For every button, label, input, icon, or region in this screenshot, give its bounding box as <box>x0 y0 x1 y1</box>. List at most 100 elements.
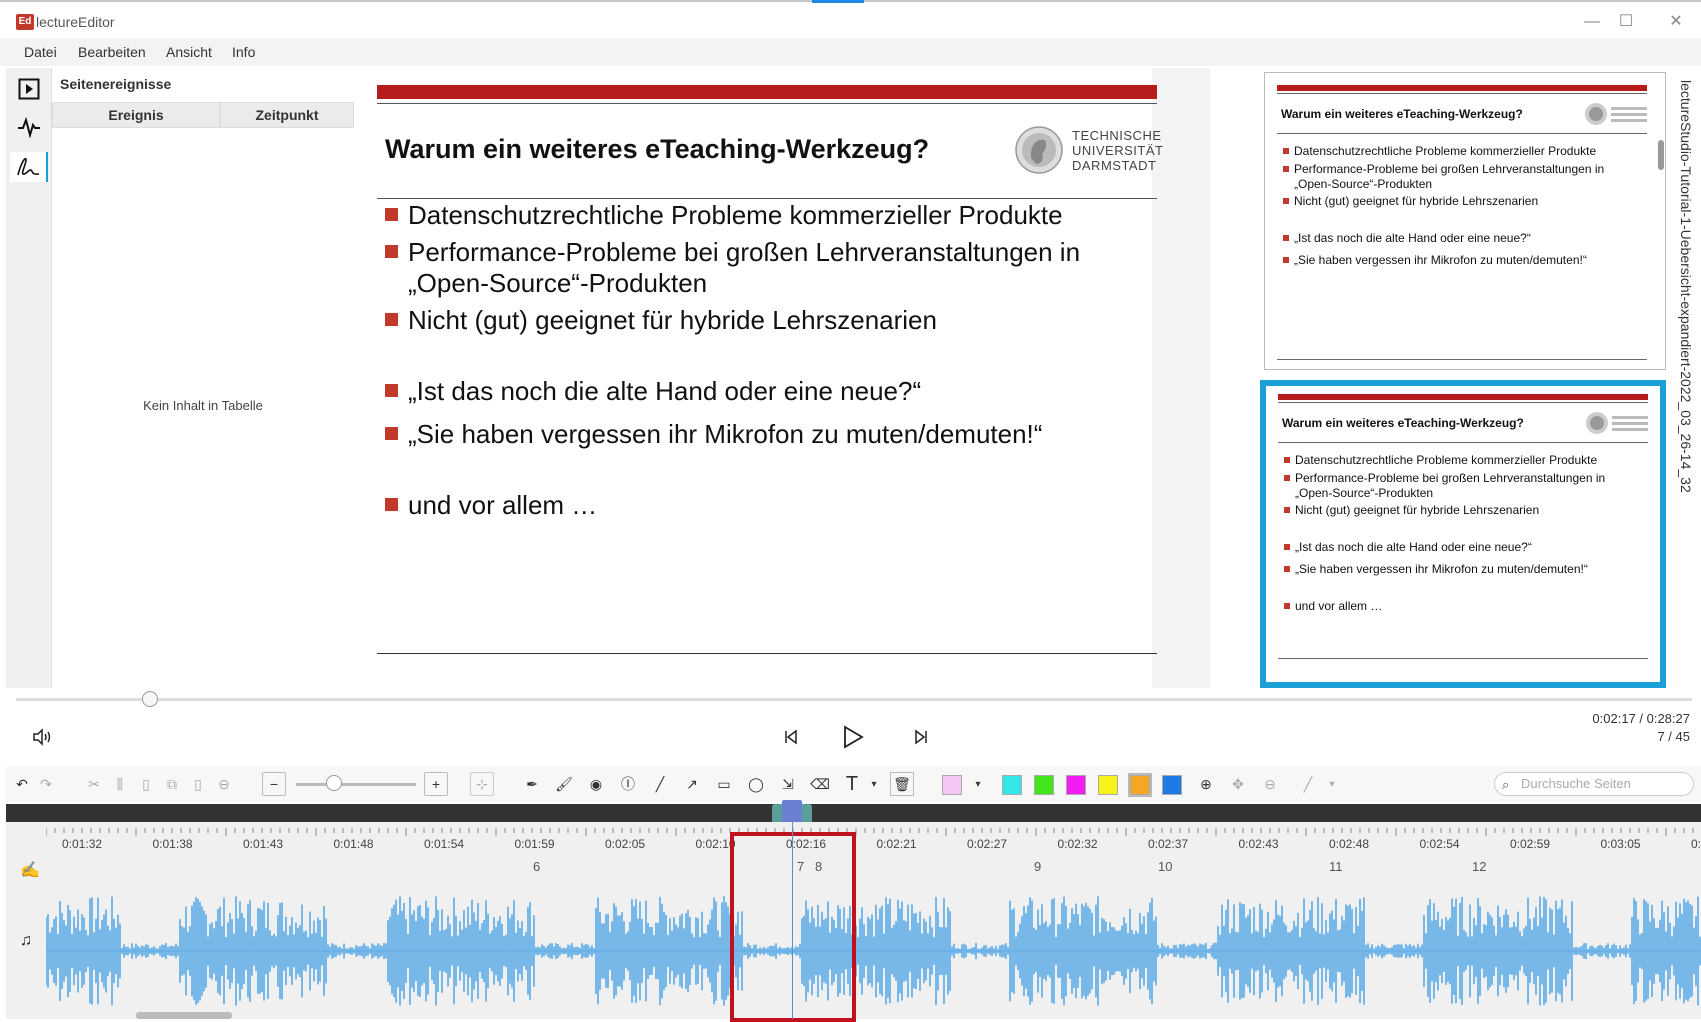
volume-icon[interactable] <box>28 722 58 752</box>
timeline-tick-label: 0:02:59 <box>1510 837 1551 851</box>
slide-view: Warum ein weiteres eTeaching-Werkzeug? T… <box>354 68 1210 688</box>
thumbnail-title: Warum ein weiteres eTeaching-Werkzeug? <box>1281 107 1523 121</box>
color-swatch-orange[interactable] <box>1128 773 1152 797</box>
timeline-tick-label: 0:02:05 <box>605 837 646 851</box>
color-swatch-yellow[interactable] <box>1098 775 1118 795</box>
eraser-icon[interactable]: ⌫ <box>808 772 832 796</box>
editor-toolbar: ↶ ↷ ✂ ⫼ ▯ ⧉ ▯ ⊖ − + ⊹ ✒ 🖌 ◉ Ⓘ ╱ ↗ ▭ ◯ ⇲ … <box>6 766 1701 802</box>
seek-bar[interactable] <box>16 698 1692 701</box>
zoom-slider-knob[interactable] <box>326 775 342 791</box>
previous-page-icon[interactable] <box>776 722 806 752</box>
split-tool-icon[interactable]: ⊹ <box>470 772 494 796</box>
color-swatch-green[interactable] <box>1034 775 1054 795</box>
pan-icon[interactable]: ✥ <box>1226 772 1250 796</box>
zoom-out-button[interactable]: − <box>262 772 286 796</box>
page-marker[interactable]: 10 <box>1158 859 1172 874</box>
next-page-icon[interactable] <box>906 722 936 752</box>
zoom-slider[interactable] <box>296 783 416 786</box>
empty-table-message: Kein Inhalt in Tabelle <box>143 398 263 413</box>
menu-info[interactable]: Info <box>232 44 255 60</box>
left-tool-strip <box>6 68 52 688</box>
page-marker[interactable]: 6 <box>533 859 540 874</box>
thumbnail-panel: Warum ein weiteres eTeaching-Werkzeug? D… <box>1258 68 1668 688</box>
chevron-down-icon[interactable]: ▾ <box>966 772 990 796</box>
page-marker[interactable]: 12 <box>1472 859 1486 874</box>
cut-icon[interactable]: ✂ <box>82 772 106 796</box>
university-logo: TECHNISCHE UNIVERSITÄT DARMSTADT <box>1014 118 1164 182</box>
color-swatch-light-pink[interactable] <box>942 775 962 795</box>
zoom-in-button[interactable]: + <box>424 772 448 796</box>
page-marker[interactable]: 9 <box>1034 859 1041 874</box>
copy-page-icon[interactable]: ⧉ <box>160 772 184 796</box>
audio-waveform[interactable] <box>46 886 1701 1016</box>
seek-knob[interactable] <box>142 691 159 707</box>
pointer-icon[interactable]: ◉ <box>584 772 608 796</box>
document-file-label: lectureStudio-Tutorial-1-Uebersicht-expa… <box>1670 80 1696 493</box>
color-swatch-cyan[interactable] <box>1002 775 1022 795</box>
search-icon: ⌕ <box>1502 777 1510 792</box>
timeline-scrollbar[interactable] <box>136 1012 232 1019</box>
slide-bullet: „Sie haben vergessen ihr Mikrofon zu mut… <box>385 417 1042 451</box>
rectangle-icon[interactable]: ▭ <box>712 772 736 796</box>
page-marker[interactable]: 11 <box>1329 859 1343 874</box>
slide-title: Warum ein weiteres eTeaching-Werkzeug? <box>385 134 930 164</box>
split-icon[interactable]: ⫼ <box>108 772 132 796</box>
time-display: 0:02:17 / 0:28:27 <box>1592 711 1690 726</box>
slide-bullet: Nicht (gut) geeignet für hybride Lehrsze… <box>385 303 937 337</box>
slide-thumbnail[interactable]: Warum ein weiteres eTeaching-Werkzeug? D… <box>1264 72 1666 370</box>
timeline-tick-label: 0:02:27 <box>967 837 1008 851</box>
menu-bearbeiten[interactable]: Bearbeiten <box>78 44 146 60</box>
redo-icon[interactable]: ↷ <box>34 772 58 796</box>
waveform-panel-icon[interactable] <box>14 112 44 142</box>
zoom-out-icon[interactable]: ⊖ <box>1258 772 1282 796</box>
slide-thumbnail-selected[interactable]: Warum ein weiteres eTeaching-Werkzeug? D… <box>1260 380 1666 688</box>
column-header-event[interactable]: Ereignis <box>52 102 220 128</box>
thumbnail-scrollbar[interactable] <box>1658 140 1664 170</box>
logo-line-3: DARMSTADT <box>1072 158 1157 173</box>
menu-bar: Datei Bearbeiten Ansicht Info <box>0 38 1701 66</box>
text-select-icon[interactable]: Ⓘ <box>616 772 640 796</box>
ellipse-icon[interactable]: ◯ <box>744 772 768 796</box>
timeline-tick-label: 0:02:43 <box>1238 837 1279 851</box>
pen-icon[interactable]: ✒ <box>520 772 544 796</box>
chevron-down-icon[interactable]: ▾ <box>862 772 886 796</box>
maximize-button[interactable]: ☐ <box>1606 10 1646 34</box>
search-pages-input[interactable]: Durchsuche Seiten <box>1494 772 1694 796</box>
page-display: 7 / 45 <box>1657 729 1690 744</box>
delete-page-icon[interactable]: ⊖ <box>212 772 236 796</box>
slide-header-bar <box>377 85 1157 99</box>
page-icon[interactable]: ▯ <box>134 772 158 796</box>
thumbnail-logo-icon <box>1585 103 1647 125</box>
signature-panel-icon[interactable] <box>10 152 48 182</box>
timeline-overview-bar[interactable] <box>6 804 1701 822</box>
menu-datei[interactable]: Datei <box>24 44 57 60</box>
university-seal-icon <box>1015 126 1063 174</box>
slide-bullet: Performance-Probleme bei großen Lehrvera… <box>385 235 1080 269</box>
title-accent <box>812 0 864 3</box>
text-icon[interactable]: T <box>840 772 864 796</box>
zoom-icon[interactable]: ⊕ <box>1194 772 1218 796</box>
menu-ansicht[interactable]: Ansicht <box>166 44 212 60</box>
insert-page-icon[interactable]: ▯ <box>186 772 210 796</box>
annotation-track-icon: ✍ <box>20 862 40 879</box>
close-button[interactable]: ✕ <box>1656 10 1696 34</box>
column-header-time[interactable]: Zeitpunkt <box>220 102 354 128</box>
play-panel-icon[interactable] <box>14 74 44 104</box>
play-icon[interactable] <box>838 722 868 752</box>
color-swatch-magenta[interactable] <box>1066 775 1086 795</box>
undo-icon[interactable]: ↶ <box>10 772 34 796</box>
line-icon[interactable]: ╱ <box>648 772 672 796</box>
highlighter-icon[interactable]: 🖌 <box>552 772 576 796</box>
trash-icon[interactable]: 🗑 <box>890 772 914 796</box>
slide-canvas[interactable]: Warum ein weiteres eTeaching-Werkzeug? T… <box>354 68 1163 688</box>
timeline-tick-label: 0:01:48 <box>333 837 374 851</box>
stylus-icon[interactable]: ╱ <box>1296 772 1320 796</box>
slide-bullet: und vor allem … <box>385 488 597 522</box>
select-move-icon[interactable]: ⇲ <box>776 772 800 796</box>
slide-divider <box>377 103 1157 104</box>
slide-bullet: „Ist das noch die alte Hand oder eine ne… <box>385 374 921 408</box>
arrow-icon[interactable]: ↗ <box>680 772 704 796</box>
window-title: lectureEditor <box>36 14 115 30</box>
color-swatch-blue[interactable] <box>1162 775 1182 795</box>
chevron-down-icon[interactable]: ▾ <box>1320 772 1344 796</box>
